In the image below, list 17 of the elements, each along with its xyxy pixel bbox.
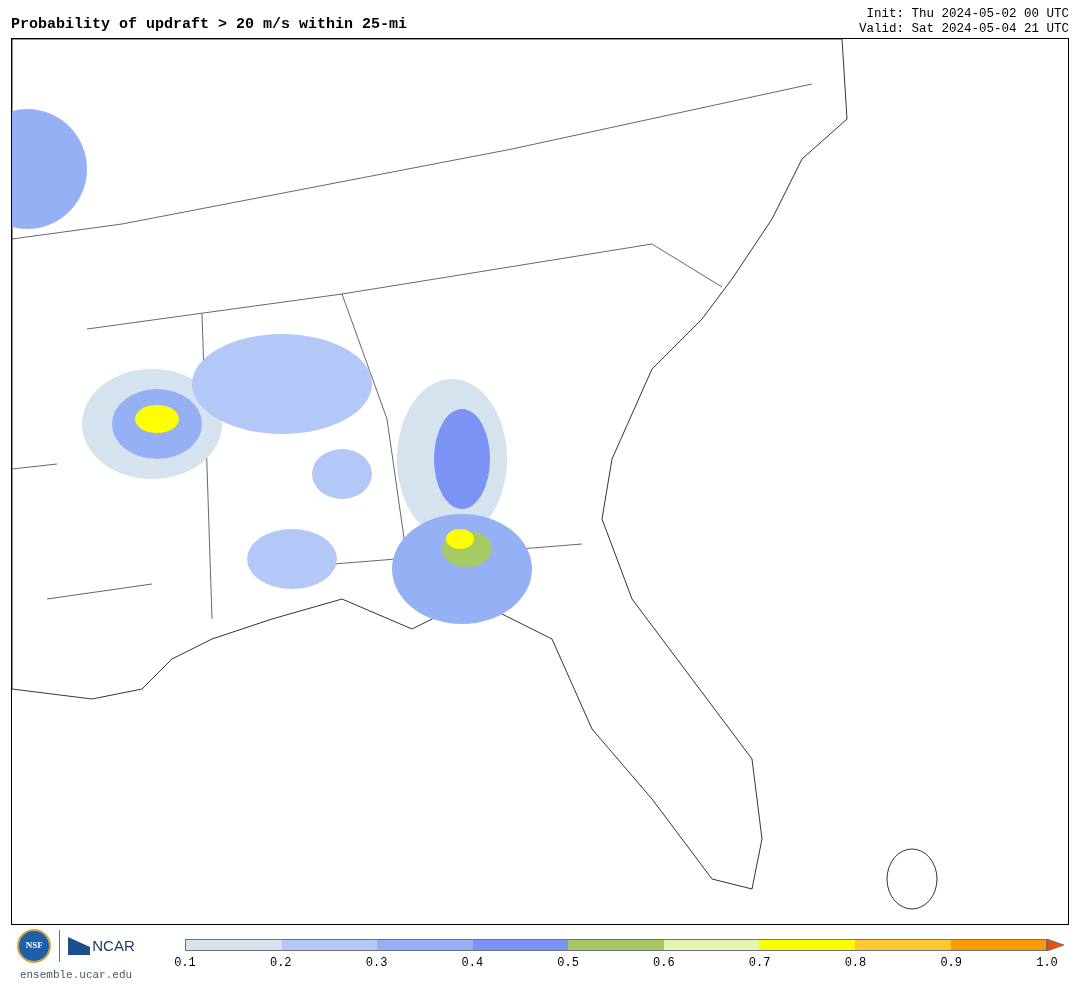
tick-label: 0.4: [461, 957, 484, 969]
tick-label: 1.0: [1036, 957, 1058, 969]
nsf-logo: NSF: [17, 929, 52, 963]
tick-label: 0.3: [365, 957, 388, 969]
tick-label: 0.6: [653, 957, 675, 969]
chart-title: Probability of updraft > 20 m/s within 25-mi: [11, 17, 408, 35]
tick-label: 0.2: [269, 957, 292, 969]
tick-label: 0.1: [174, 957, 196, 969]
tick-label: 0.9: [940, 957, 962, 969]
ncar-logo: NCAR: [92, 935, 135, 956]
ncar-logo-icon: [68, 937, 91, 955]
tick-label: 0.7: [748, 957, 771, 969]
init-time: Init: Thu 2024-05-02 00 UTC: [866, 7, 1069, 22]
tick-label: 0.8: [844, 957, 867, 969]
valid-time: Valid: Sat 2024-05-04 21 UTC: [858, 22, 1069, 37]
site-url: ensemble.ucar.edu: [19, 968, 133, 983]
tick-label: 0.5: [557, 957, 579, 969]
